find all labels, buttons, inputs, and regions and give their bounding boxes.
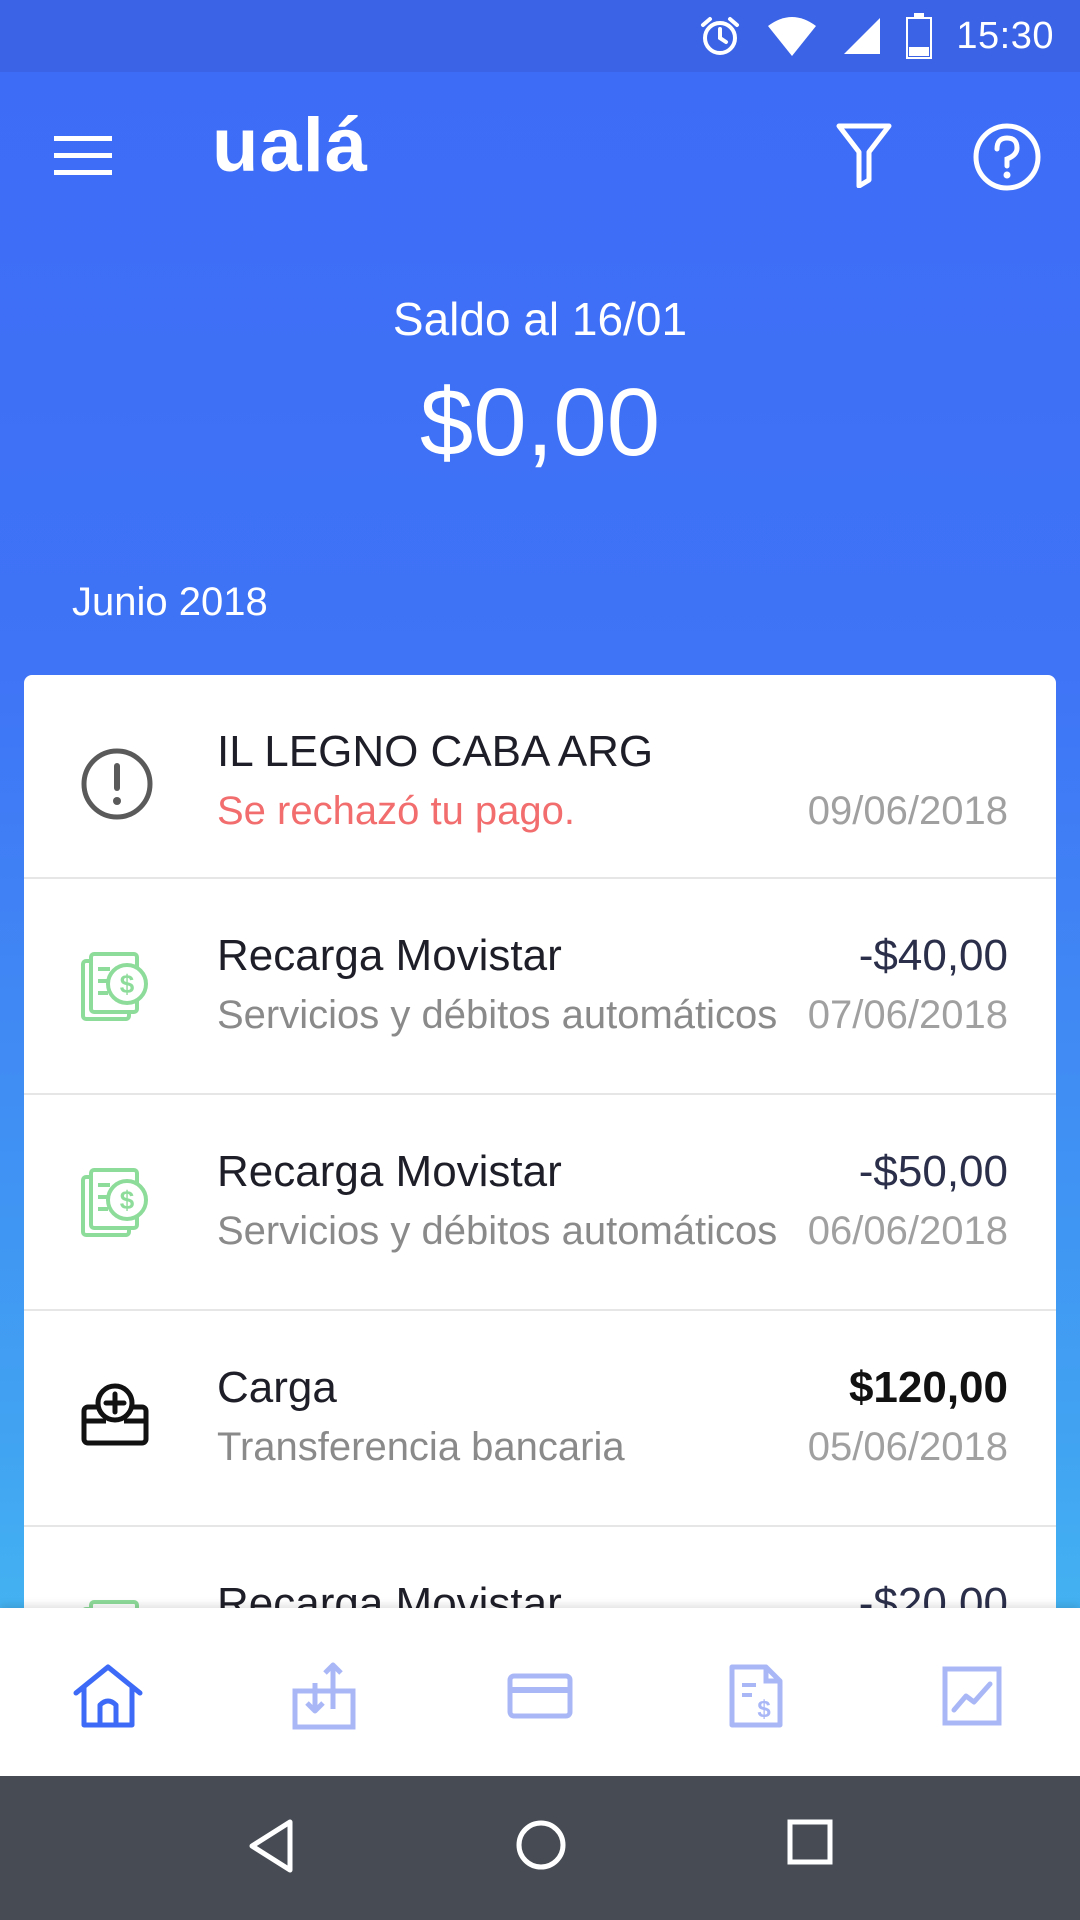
menu-icon[interactable] — [54, 134, 112, 178]
balance-label: Saldo al 16/01 — [392, 293, 688, 345]
status-icons: 15:30 — [698, 13, 1054, 59]
transaction-row[interactable]: Carga $120,00 Transferencia bancaria 05/… — [24, 1311, 1056, 1527]
month-header: Junio 2018 — [72, 580, 268, 624]
home-icon — [73, 1664, 143, 1728]
signal-icon — [844, 18, 881, 54]
svg-text:$: $ — [757, 1696, 771, 1723]
system-nav-bar — [0, 1776, 1080, 1920]
transactions-list: IL LEGNO CABA ARG Se rechazó tu pago. 09… — [24, 675, 1056, 1610]
recents-icon[interactable] — [786, 1818, 834, 1866]
back-icon[interactable] — [246, 1818, 296, 1874]
investments-icon — [942, 1666, 1002, 1726]
transaction-date: 05/06/2018 — [807, 1425, 1008, 1469]
bill-icon: $ — [81, 952, 148, 1021]
battery-icon — [906, 13, 933, 59]
transaction-date: 07/06/2018 — [807, 993, 1008, 1037]
bill-icon: $ — [81, 1168, 148, 1237]
transaction-title: IL LEGNO CABA ARG — [217, 727, 654, 776]
svg-text:$: $ — [120, 969, 135, 999]
transaction-amount: $120,00 — [848, 1363, 1008, 1412]
nav-transfer[interactable] — [284, 1656, 364, 1736]
transaction-row[interactable]: $ Recarga Movistar -$40,00 Servicios y d… — [24, 879, 1056, 1095]
transaction-title: Recarga Movistar — [217, 931, 562, 980]
status-time: 15:30 — [956, 14, 1054, 57]
transaction-title: Carga — [217, 1363, 337, 1412]
svg-text:$: $ — [120, 1185, 135, 1215]
transaction-amount: -$50,00 — [858, 1147, 1008, 1196]
balance-amount: $0,00 — [419, 369, 661, 476]
brand-logo: ualá — [212, 103, 369, 188]
transaction-title: Recarga Movistar — [217, 1147, 562, 1196]
nav-card[interactable] — [500, 1656, 580, 1736]
nav-investments[interactable] — [932, 1656, 1012, 1736]
home-circle-icon[interactable] — [514, 1818, 568, 1872]
transaction-amount: -$40,00 — [858, 931, 1008, 980]
transaction-row[interactable]: IL LEGNO CABA ARG Se rechazó tu pago. 09… — [24, 675, 1056, 879]
nav-home[interactable] — [68, 1656, 148, 1736]
bills-icon: $ — [729, 1664, 783, 1728]
card-icon — [507, 1673, 573, 1719]
transaction-date: 09/06/2018 — [807, 789, 1008, 833]
transaction-row[interactable]: $ Recarga Movistar -$20,00 — [24, 1527, 1056, 1610]
alarm-icon — [701, 17, 740, 55]
transaction-subtitle: Servicios y débitos automáticos — [217, 993, 778, 1037]
transaction-subtitle: Servicios y débitos automáticos — [217, 1209, 778, 1253]
transaction-title: Recarga Movistar — [217, 1579, 562, 1610]
transaction-date: 06/06/2018 — [807, 1209, 1008, 1253]
transaction-amount: -$20,00 — [858, 1579, 1008, 1610]
nav-bills[interactable]: $ — [716, 1656, 796, 1736]
wallet-add-icon — [81, 1383, 149, 1446]
app-bar: ualá — [0, 72, 1080, 240]
wifi-icon — [768, 17, 817, 56]
transfer-icon — [292, 1662, 356, 1730]
help-icon[interactable] — [972, 122, 1042, 192]
filter-icon[interactable] — [836, 122, 892, 188]
transaction-row[interactable]: $ Recarga Movistar -$50,00 Servicios y d… — [24, 1095, 1056, 1311]
transaction-subtitle: Transferencia bancaria — [217, 1425, 625, 1469]
status-bar: 15:30 — [0, 0, 1080, 72]
transaction-subtitle: Se rechazó tu pago. — [217, 789, 576, 833]
bottom-nav: $ — [0, 1608, 1080, 1776]
alert-icon — [81, 748, 153, 820]
